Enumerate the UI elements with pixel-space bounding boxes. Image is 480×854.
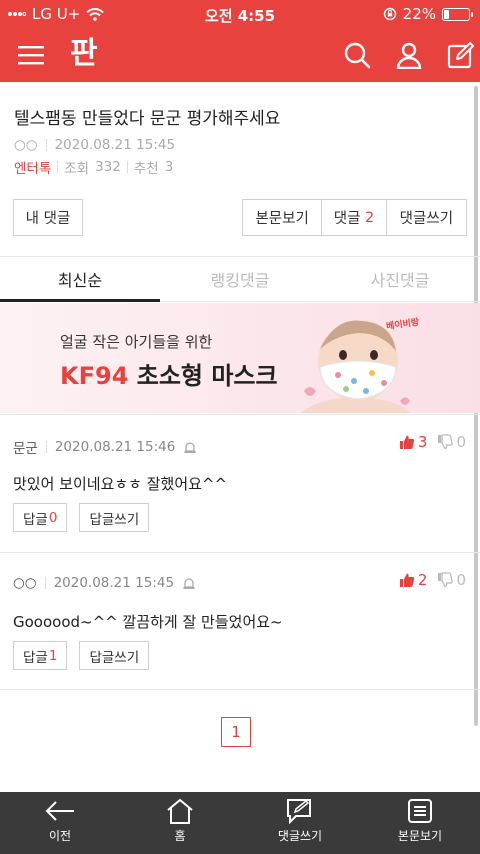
comment-date: 2020.08.21 15:46 [54,439,176,455]
divider [45,441,47,453]
upvote-count: 3 [417,433,428,451]
back-arrow-icon [45,801,74,821]
recommend-count: 3 [164,159,174,175]
recommend-label: 추천 [133,161,159,177]
report-icon[interactable] [183,440,197,454]
downvote-button[interactable]: 0 [437,571,466,589]
view-article-button[interactable]: 본문보기 [243,200,323,235]
post-header: 텔스팸동 만들었다 문군 평가해주세요 ○○ 2020.08.21 15:45 … [14,104,466,177]
bottom-nav: 이전 홈 댓글쓰기 본문보기 [0,792,480,854]
nav-back-label: 이전 [48,829,72,843]
comment-author: ○○ [13,575,37,591]
thumbs-up-icon [399,573,415,587]
search-button[interactable] [340,38,374,72]
post-title: 텔스팸동 만들었다 문군 평가해주세요 [14,109,281,129]
ad-line1: 얼굴 작은 아기들을 위한 [60,333,213,351]
reply-count: 0 [48,509,58,526]
comments-button[interactable]: 댓글 2 [322,200,387,235]
post-date: 2020.08.21 15:45 [54,137,176,153]
thumbs-down-icon [438,572,454,588]
home-icon [167,798,193,824]
write-reply-button[interactable]: 답글쓰기 [79,641,150,670]
reply-label: 답글 [23,649,48,666]
comment-votes: 2 0 [399,571,466,589]
comment-write-icon [287,799,311,824]
thumbs-up-icon [399,435,415,449]
reply-button[interactable]: 답글 0 [13,503,68,532]
reply-label: 답글 [23,511,48,528]
orientation-lock-icon [383,7,396,21]
comment-actions: 답글 1 답글쓰기 [13,641,150,670]
divider [45,139,47,151]
views-count: 332 [95,159,121,175]
user-icon [396,42,422,69]
upvote-button[interactable]: 2 [399,571,428,589]
write-reply-button[interactable]: 답글쓰기 [79,503,150,532]
app-header: 판 [0,28,480,82]
battery-percent: 22% [402,5,436,23]
nav-view-article-label: 본문보기 [397,829,443,843]
upvote-count: 2 [417,571,428,589]
comment-tabs: 최신순 랭킹댓글 사진댓글 [0,256,480,302]
comment-text: Goooood~^^ 깔끔하게 잘 만들었어요~ [13,613,283,631]
comment-date: 2020.08.21 15:45 [53,575,175,591]
status-right: 22% [383,5,473,23]
comment-meta: 문군 2020.08.21 15:46 [13,437,197,457]
document-icon [408,799,432,823]
comment-votes: 3 0 [399,433,466,451]
downvote-count: 0 [456,571,466,589]
views-label: 조회 [64,161,90,177]
divider [44,577,46,589]
write-comment-button[interactable]: 댓글쓰기 [387,200,466,235]
divider [57,161,59,173]
comments-count: 2 [365,209,375,226]
post-category[interactable]: 엔터톡 [14,157,51,177]
nav-write-comment-label: 댓글쓰기 [277,829,323,843]
battery-icon [442,7,473,21]
status-bar: LG U+ 오전 4:55 22% [0,0,480,28]
comment-author: 문군 [13,441,38,457]
menu-button[interactable] [14,38,48,72]
ad-line2: KF94 초소형 마스크 [60,356,278,391]
user-button[interactable] [392,38,426,72]
post-stats: 엔터톡 조회 332 추천 3 [14,157,466,177]
nav-home[interactable]: 홈 [120,792,240,854]
my-comments-button[interactable]: 내 댓글 [13,199,83,236]
divider [126,161,128,173]
ad-accent: KF94 [60,362,129,390]
nav-view-article[interactable]: 본문보기 [360,792,480,854]
reply-button[interactable]: 답글 1 [13,641,68,670]
comments-label: 댓글 [333,211,361,227]
comment-item: 문군 2020.08.21 15:46 3 0 맛있어 보이네요ㅎㅎ 잘했어요^… [0,414,480,552]
battery-fill [444,9,449,19]
ad-headline: 초소형 마스크 [136,362,278,390]
upvote-button[interactable]: 3 [399,433,428,451]
write-button[interactable] [444,38,478,72]
comment-actions: 답글 0 답글쓰기 [13,503,150,532]
post-action-group: 본문보기 댓글 2 댓글쓰기 [242,199,467,236]
comment-text: 맛있어 보이네요ㅎㅎ 잘했어요^^ [13,475,228,493]
tab-ranking[interactable]: 랭킹댓글 [160,257,320,301]
reply-count: 1 [48,647,58,664]
nav-back[interactable]: 이전 [0,792,120,854]
report-icon[interactable] [182,576,196,590]
menu-icon [18,46,44,65]
comment-item: ○○ 2020.08.21 15:45 2 0 Goooood~^^ 깔끔하게 … [0,552,480,690]
nav-write-comment[interactable]: 댓글쓰기 [240,792,360,854]
tab-photo[interactable]: 사진댓글 [320,257,480,301]
post-author: ○○ [14,137,38,153]
thumbs-down-icon [438,434,454,450]
search-icon [344,42,371,69]
ad-banner[interactable]: 얼굴 작은 아기들을 위한 KF94 초소형 마스크 베이비랑 [0,303,480,413]
nav-home-label: 홈 [174,829,186,843]
downvote-count: 0 [456,433,466,451]
tab-latest[interactable]: 최신순 [0,257,160,302]
post-meta: ○○ 2020.08.21 15:45 [14,137,466,153]
page-number-current[interactable]: 1 [221,717,251,747]
comment-meta: ○○ 2020.08.21 15:45 [13,575,196,591]
write-icon [447,42,474,69]
app-logo[interactable]: 판 [70,34,110,74]
downvote-button[interactable]: 0 [437,433,466,451]
